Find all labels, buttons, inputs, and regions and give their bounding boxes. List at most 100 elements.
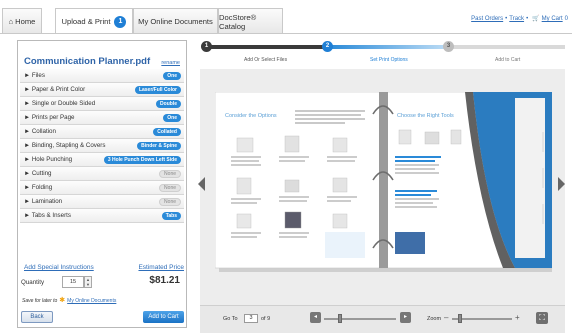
tab-upload-print-label: Upload & Print (61, 17, 111, 26)
option-value-badge: None (159, 184, 181, 192)
tab-my-online-documents-label: My Online Documents (138, 17, 213, 26)
star-icon: ✱ (59, 297, 66, 304)
right-page-products (398, 129, 462, 145)
tab-divider (0, 33, 572, 34)
option-label: Cutting (31, 170, 52, 177)
home-icon: ⌂ (8, 17, 14, 26)
option-binding[interactable]: ► Binding, Stapling & Covers Binder & Sp… (20, 139, 184, 153)
viewer-toolbar: Go To 3 of 9 ◂ ▸ Zoom – + ⛶ (200, 305, 565, 333)
track-link[interactable]: Track (509, 16, 524, 22)
chevron-right-icon[interactable] (558, 177, 565, 191)
quantity-input[interactable]: 15 (62, 276, 84, 288)
option-value-badge: Tabs (161, 212, 181, 220)
option-prints-per-page[interactable]: ► Prints per Page One (20, 111, 184, 125)
page-slider[interactable] (324, 318, 396, 320)
add-special-instructions-link[interactable]: Add Special Instructions (24, 264, 94, 271)
step-connector-current (328, 45, 448, 49)
step-progress: 1 2 3 Add Or Select Files Set Print Opti… (200, 40, 565, 66)
option-value-badge: 3 Hole Punch Down Left Side (103, 156, 181, 164)
options-list: ► Files One ► Paper & Print Color Laser/… (20, 69, 184, 223)
option-value-badge: None (159, 198, 181, 206)
step-1-label: Add Or Select Files (244, 57, 288, 63)
order-links: Add Special Instructions Estimated Price (24, 264, 184, 271)
save-for-later: Save for later to ✱ My Online Documents (22, 296, 116, 304)
tab-home[interactable]: ⌂ Home (2, 8, 42, 34)
step-3-label: Add to Cart (495, 57, 521, 63)
page-underside (515, 98, 545, 258)
option-files[interactable]: ► Files One (20, 69, 184, 83)
option-hole-punching[interactable]: ► Hole Punching 3 Hole Punch Down Left S… (20, 153, 184, 167)
option-label: Folding (31, 184, 53, 191)
binder-preview: Consider the Options Choose the Right To… (215, 92, 552, 272)
left-page-heading: Consider the Options (225, 113, 277, 119)
cart-icon: 🛒 (532, 16, 540, 22)
fullscreen-icon[interactable]: ⛶ (536, 312, 548, 324)
estimated-price-link[interactable]: Estimated Price (138, 264, 184, 271)
option-folding[interactable]: ► Folding None (20, 181, 184, 195)
estimated-price-value: $81.21 (149, 275, 180, 286)
goto-label: Go To (223, 316, 238, 322)
page-count: of 9 (261, 316, 271, 322)
step-2-label: Set Print Options (370, 57, 408, 63)
prev-page-button[interactable]: ◂ (310, 312, 321, 323)
option-label: Tabs & Inserts (31, 212, 71, 219)
zoom-label: Zoom (427, 316, 442, 322)
document-title: Communication Planner.pdf (24, 56, 151, 67)
page-slider-thumb[interactable] (338, 314, 342, 323)
step-1-dot: 1 (201, 41, 212, 52)
option-label: Collation (31, 128, 56, 135)
zoom-in-icon[interactable]: + (515, 313, 520, 322)
option-value-badge: One (163, 72, 181, 80)
tab-docstore-catalog-label: DocStore® Catalog (219, 12, 257, 31)
step-connector-pending (448, 45, 565, 49)
option-paper-print-color[interactable]: ► Paper & Print Color Laser/Full Color (20, 83, 184, 97)
quantity-label: Quantity (21, 279, 45, 286)
top-links: Past Orders • Track • 🛒 My Cart 0 (471, 16, 568, 22)
quantity-stepper[interactable]: ▲ ▼ (84, 276, 92, 288)
tab-home-label: Home (15, 17, 36, 26)
option-value-badge: One (163, 114, 181, 122)
right-page-heading: Choose the Right Tools (397, 113, 454, 119)
option-cutting[interactable]: ► Cutting None (20, 167, 184, 181)
option-label: Hole Punching (31, 156, 73, 163)
past-orders-link[interactable]: Past Orders (471, 16, 503, 22)
option-value-badge: None (159, 170, 181, 178)
option-label: Lamination (31, 198, 63, 205)
option-value-badge: Laser/Full Color (134, 86, 181, 94)
option-value-badge: Double (156, 100, 181, 108)
page-number-input[interactable]: 3 (244, 314, 258, 323)
save-for-later-text: Save for later to (22, 298, 58, 304)
right-page-photo (395, 232, 425, 254)
option-collation[interactable]: ► Collation Collated (20, 125, 184, 139)
tab-bar: ⌂ Home Upload & Print 1 My Online Docume… (0, 0, 572, 34)
next-page-button[interactable]: ▸ (400, 312, 411, 323)
option-label: Prints per Page (31, 114, 75, 121)
tab-upload-print[interactable]: Upload & Print 1 (55, 8, 133, 34)
chevron-left-icon[interactable] (198, 177, 205, 191)
step-2-dot: 2 (322, 41, 333, 52)
option-sided[interactable]: ► Single or Double Sided Double (20, 97, 184, 111)
print-options-panel: Communication Planner.pdf rename ► Files… (17, 40, 187, 328)
option-label: Files (31, 72, 45, 79)
option-value-badge: Binder & Spine (137, 142, 181, 150)
zoom-slider-thumb[interactable] (458, 314, 462, 323)
option-tabs-inserts[interactable]: ► Tabs & Inserts Tabs (20, 209, 184, 223)
cart-count: 0 (564, 16, 568, 22)
option-label: Single or Double Sided (31, 100, 96, 107)
option-label: Paper & Print Color (31, 86, 86, 93)
my-cart-link[interactable]: My Cart (542, 16, 563, 22)
option-label: Binding, Stapling & Covers (31, 142, 106, 149)
step-badge: 1 (114, 15, 127, 28)
left-page-callout (325, 232, 365, 258)
step-3-dot: 3 (443, 41, 454, 52)
my-online-documents-link[interactable]: My Online Documents (67, 298, 116, 304)
add-to-cart-button[interactable]: Add to Cart (143, 311, 184, 323)
tab-my-online-documents[interactable]: My Online Documents (133, 8, 218, 34)
zoom-out-icon[interactable]: – (444, 313, 448, 322)
option-lamination[interactable]: ► Lamination None (20, 195, 184, 209)
option-value-badge: Collated (153, 128, 181, 136)
back-button[interactable]: Back (21, 311, 53, 323)
tab-docstore-catalog[interactable]: DocStore® Catalog (218, 8, 283, 34)
rename-link[interactable]: rename (161, 60, 180, 66)
step-connector-done (206, 45, 328, 49)
